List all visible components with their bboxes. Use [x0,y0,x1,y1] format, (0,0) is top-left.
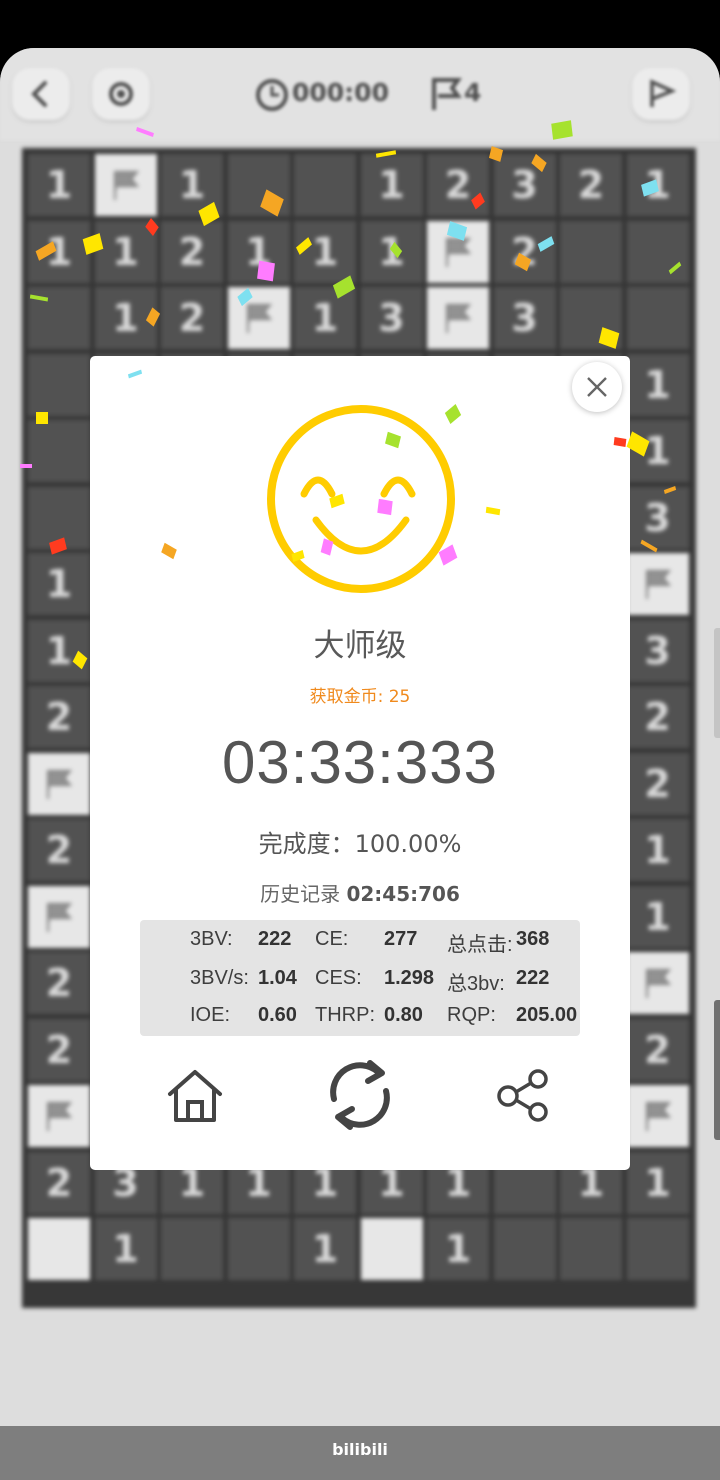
history-value: 02:45:706 [346,882,460,906]
confetti-piece [551,120,573,140]
history-label: 历史记录 [260,882,341,906]
confetti-piece [36,412,48,424]
history-record: 历史记录 02:45:706 [90,878,630,907]
stat-value: 222 [516,967,550,989]
confetti-piece [257,260,275,282]
smiley-face-icon [267,405,455,593]
stat-value: 222 [258,928,292,950]
stat-label: 总点击: [447,934,513,956]
stat-value: 277 [384,928,418,950]
stat-label: RQP: [447,1004,496,1026]
stat-value: 205.00 [516,1004,578,1026]
close-button[interactable] [572,362,622,412]
stat-value: 0.60 [258,1004,297,1026]
home-icon[interactable] [166,1068,224,1124]
stat-value: 368 [516,928,550,950]
stat-label: 3BV: [190,928,233,950]
close-icon [587,377,607,397]
completion-rate: 完成度：100.00% [258,830,462,858]
stat-label: THRP: [315,1004,375,1026]
stat-value: 0.80 [384,1004,423,1026]
stat-label: 总3bv: [447,973,505,995]
stat-label: CE: [315,928,349,950]
stat-label: IOE: [190,1004,231,1026]
finish-time: 03:33:333 [222,729,498,796]
confetti-piece [20,464,32,468]
difficulty-level: 大师级 [313,628,407,664]
coins-earned: 获取金币: 25 [309,687,411,707]
share-icon[interactable] [496,1068,552,1124]
bottom-bar: bilibili [0,1426,720,1480]
confetti-piece [377,498,393,516]
stat-label: CES: [315,967,362,989]
restart-icon[interactable] [320,1055,400,1135]
stat-value: 1.298 [384,967,435,989]
stat-label: 3BV/s: [190,967,249,989]
stat-value: 1.04 [258,967,297,989]
brand-watermark: bilibili [332,1440,388,1459]
